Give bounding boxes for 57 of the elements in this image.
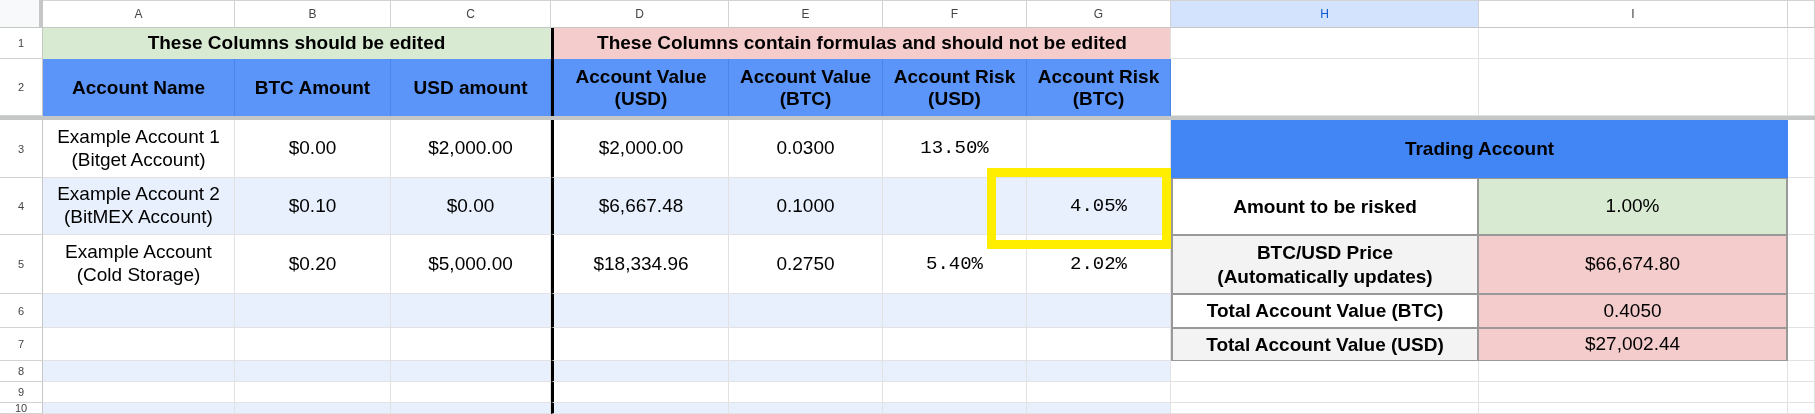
table-cell: $0.20: [235, 235, 391, 294]
row-header[interactable]: 10: [0, 403, 43, 414]
row-header[interactable]: 8: [0, 361, 43, 382]
summary-label: BTC/USD Price (Automatically updates): [1171, 235, 1479, 294]
row-header[interactable]: 1: [0, 28, 43, 59]
column-header[interactable]: A: [43, 0, 235, 28]
table-cell: 0.1000: [729, 178, 883, 235]
summary-label: Total Account Value (USD): [1171, 328, 1479, 361]
freeze-bar[interactable]: [0, 116, 1815, 120]
table-cell: $6,667.48: [551, 178, 729, 235]
table-cell: Example Account (Cold Storage): [43, 235, 235, 294]
table-cell: $0.10: [235, 178, 391, 235]
table-cell: $5,000.00: [391, 235, 551, 294]
table-cell: 5.40%: [883, 235, 1027, 294]
column-title: Account Value (BTC): [729, 59, 883, 116]
row-header[interactable]: 3: [0, 120, 43, 178]
row-header[interactable]: 9: [0, 382, 43, 403]
column-title: Account Name: [43, 59, 235, 116]
section-header: These Columns should be edited: [43, 28, 551, 59]
table-cell: $18,334.96: [551, 235, 729, 294]
row-header[interactable]: 5: [0, 235, 43, 294]
table-cell: 0.0300: [729, 120, 883, 178]
column-title: BTC Amount: [235, 59, 391, 116]
table-cell: 0.2750: [729, 235, 883, 294]
summary-value: 0.4050: [1479, 294, 1788, 328]
table-cell: Example Account 2 (BitMEX Account): [43, 178, 235, 235]
summary-value: 1.00%: [1479, 178, 1788, 235]
summary-value: $66,674.80: [1479, 235, 1788, 294]
column-header[interactable]: H: [1171, 0, 1479, 28]
column-header[interactable]: B: [235, 0, 391, 28]
select-all-corner[interactable]: [0, 0, 43, 28]
table-cell: Example Account 1 (Bitget Account): [43, 120, 235, 178]
table-cell: $2,000.00: [391, 120, 551, 178]
row-header[interactable]: 6: [0, 294, 43, 328]
column-header[interactable]: G: [1027, 0, 1171, 28]
section-header: These Columns contain formulas and should not be edited: [551, 28, 1171, 59]
column-title: Account Risk (BTC): [1027, 59, 1171, 116]
row-header[interactable]: 7: [0, 328, 43, 361]
column-header[interactable]: D: [551, 0, 729, 28]
summary-title: Trading Account: [1171, 120, 1788, 178]
row-header[interactable]: 2: [0, 59, 43, 116]
column-header[interactable]: C: [391, 0, 551, 28]
column-header[interactable]: I: [1479, 0, 1788, 28]
column-title: Account Risk (USD): [883, 59, 1027, 116]
table-cell: $2,000.00: [551, 120, 729, 178]
table-cell: 13.50%: [883, 120, 1027, 178]
column-header[interactable]: [1788, 0, 1815, 28]
table-cell: $0.00: [235, 120, 391, 178]
summary-value: $27,002.44: [1479, 328, 1788, 361]
row-header[interactable]: 4: [0, 178, 43, 235]
column-title: USD amount: [391, 59, 551, 116]
column-header[interactable]: F: [883, 0, 1027, 28]
summary-label: Amount to be risked: [1171, 178, 1479, 235]
table-cell: $0.00: [391, 178, 551, 235]
column-title: Account Value (USD): [551, 59, 729, 116]
summary-label: Total Account Value (BTC): [1171, 294, 1479, 328]
column-header[interactable]: E: [729, 0, 883, 28]
